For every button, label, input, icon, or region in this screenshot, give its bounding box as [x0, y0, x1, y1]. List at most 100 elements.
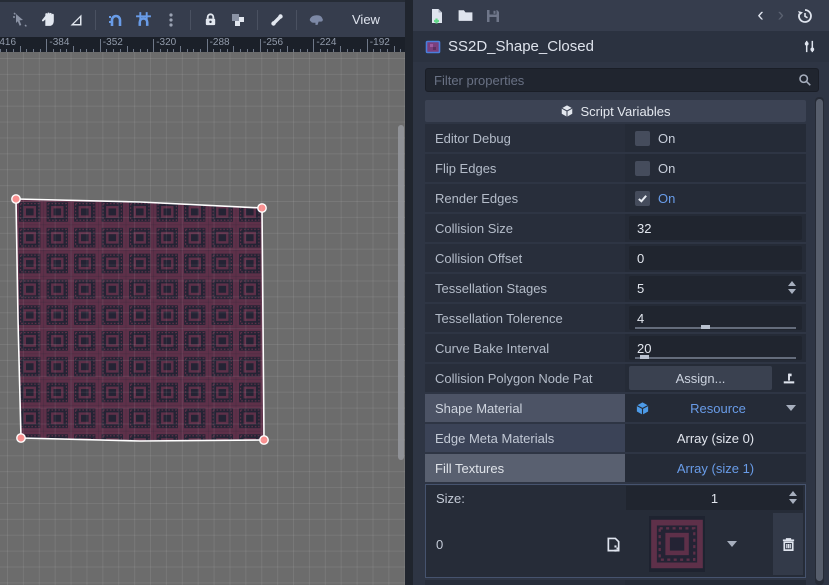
- grid-snap-button[interactable]: [129, 6, 157, 34]
- array-size-row: Size: 1: [426, 485, 805, 511]
- tessellation-tolerence-slider[interactable]: 4: [629, 306, 802, 330]
- clear-node-path-button[interactable]: [776, 366, 802, 390]
- filter-properties-box: [425, 68, 819, 92]
- history-icon: [797, 8, 813, 24]
- bone-icon: [269, 12, 285, 28]
- slider-handle[interactable]: [640, 355, 649, 359]
- spinner-arrows-icon[interactable]: [789, 491, 797, 504]
- inspector-toolbar: ‹ ›: [413, 0, 829, 31]
- toolbar-separator: [257, 10, 258, 30]
- inspector-dock: ‹ › SS2D_Shape_Closed Script Variables E…: [413, 0, 829, 585]
- fill-textures-array-button[interactable]: Array (size 1): [625, 454, 806, 482]
- smart-snap-icon: [107, 12, 123, 28]
- slider-track[interactable]: [635, 327, 796, 329]
- property-row-tessellation-stages: Tessellation Stages 5: [425, 274, 806, 302]
- chevron-down-icon[interactable]: [727, 541, 737, 547]
- dock-split-divider[interactable]: [405, 0, 413, 585]
- view-menu-button[interactable]: View: [344, 8, 388, 31]
- toolbar-separator: [95, 10, 96, 30]
- new-resource-button[interactable]: [423, 2, 451, 30]
- history-button[interactable]: [791, 2, 819, 30]
- render-edges-checkbox[interactable]: [635, 191, 650, 206]
- inspected-node-title: SS2D_Shape_Closed: [448, 38, 802, 55]
- select-tool-icon: [12, 12, 28, 28]
- load-resource-icon: [457, 7, 474, 24]
- canvas-2d-pane: View -416-384-352-320-288-256-224-192: [0, 0, 405, 585]
- slider-track[interactable]: [635, 357, 796, 359]
- array-size-spinbox[interactable]: 1: [626, 486, 803, 510]
- ruler-label: -384: [49, 37, 69, 48]
- history-back-button[interactable]: ‹: [750, 6, 770, 25]
- toolbar-separator: [190, 10, 191, 30]
- script-variables-cube-icon: [560, 104, 574, 118]
- save-resource-button[interactable]: [479, 2, 507, 30]
- search-icon: [798, 73, 812, 87]
- bone-button[interactable]: [263, 6, 291, 34]
- ruler-label: -320: [156, 37, 176, 48]
- ruler-label: -416: [0, 37, 16, 48]
- texture-preview[interactable]: [649, 516, 705, 572]
- viewport-2d[interactable]: [0, 52, 405, 585]
- smart-snap-button[interactable]: [101, 6, 129, 34]
- lock-button[interactable]: [196, 6, 224, 34]
- property-row-partial: [425, 580, 806, 585]
- ruler-tool-button[interactable]: [62, 6, 90, 34]
- spinner-arrows-icon[interactable]: [788, 281, 796, 294]
- snap-options-menu-button[interactable]: [157, 6, 185, 34]
- history-forward-button[interactable]: ›: [771, 6, 791, 25]
- pan-tool-button[interactable]: [34, 6, 62, 34]
- chevron-down-icon[interactable]: [786, 405, 796, 411]
- viewport-vertical-scrollbar[interactable]: [398, 125, 404, 460]
- check-icon: [637, 193, 648, 204]
- tessellation-stages-spinbox[interactable]: 5: [629, 276, 802, 300]
- property-row-fill-textures: Fill Textures Array (size 1): [425, 454, 806, 482]
- inspected-node-header: SS2D_Shape_Closed: [413, 31, 829, 62]
- property-row-collision-polygon-node-path: Collision Polygon Node Pat Assign...: [425, 364, 806, 392]
- shape-material-resource-picker[interactable]: Resource: [625, 394, 806, 422]
- section-script-variables[interactable]: Script Variables: [425, 100, 806, 122]
- property-row-editor-debug: Editor Debug On: [425, 124, 806, 152]
- assign-node-path-button[interactable]: Assign...: [629, 366, 772, 390]
- property-row-flip-edges: Flip Edges On: [425, 154, 806, 182]
- ss2d-shape-polygon: [16, 199, 264, 441]
- flip-edges-checkbox[interactable]: [635, 161, 650, 176]
- group-button[interactable]: [224, 6, 252, 34]
- toolbar-separator: [296, 10, 297, 30]
- object-tools-icon[interactable]: [802, 39, 817, 54]
- skeleton-options-button[interactable]: [302, 6, 330, 34]
- scrollbar-thumb[interactable]: [816, 99, 823, 581]
- slider-handle[interactable]: [701, 325, 710, 329]
- ruler-label: -192: [370, 37, 390, 48]
- ruler-label: -352: [103, 37, 123, 48]
- edge-meta-materials-array-button[interactable]: Array (size 0): [625, 424, 806, 452]
- collision-offset-field[interactable]: 0: [629, 246, 802, 270]
- collision-size-field[interactable]: 32: [629, 216, 802, 240]
- lock-icon: [203, 12, 218, 27]
- array-item-row: 0: [426, 511, 805, 577]
- property-row-tessellation-tolerence: Tessellation Tolerence 4: [425, 304, 806, 332]
- pan-tool-icon: [40, 11, 57, 28]
- select-tool-button[interactable]: [6, 6, 34, 34]
- godot-editor-window: View -416-384-352-320-288-256-224-192: [0, 0, 829, 585]
- property-row-curve-bake-interval: Curve Bake Interval 20: [425, 334, 806, 362]
- ruler-label: -224: [316, 37, 336, 48]
- snap-options-menu-icon: [168, 12, 174, 28]
- property-row-collision-size: Collision Size 32: [425, 214, 806, 242]
- curve-bake-interval-slider[interactable]: 20: [629, 336, 802, 360]
- grid-snap-icon: [135, 11, 152, 28]
- group-icon: [230, 12, 246, 28]
- ruler-label: -256: [263, 37, 283, 48]
- save-resource-icon: [485, 8, 501, 24]
- edit-resource-icon[interactable]: [606, 537, 621, 552]
- texture-preview-image: [651, 518, 703, 570]
- filter-properties-input[interactable]: [432, 72, 798, 89]
- resource-cube-icon: [635, 401, 650, 416]
- property-row-shape-material: Shape Material Resource: [425, 394, 806, 422]
- fill-textures-array-editor: Size: 1 0: [425, 484, 806, 578]
- horizontal-ruler: -416-384-352-320-288-256-224-192: [0, 37, 405, 52]
- inspector-scrollbar[interactable]: [815, 97, 824, 585]
- delete-item-button[interactable]: [773, 513, 803, 575]
- editor-debug-checkbox[interactable]: [635, 131, 650, 146]
- skeleton-options-icon: [308, 11, 325, 28]
- load-resource-button[interactable]: [451, 2, 479, 30]
